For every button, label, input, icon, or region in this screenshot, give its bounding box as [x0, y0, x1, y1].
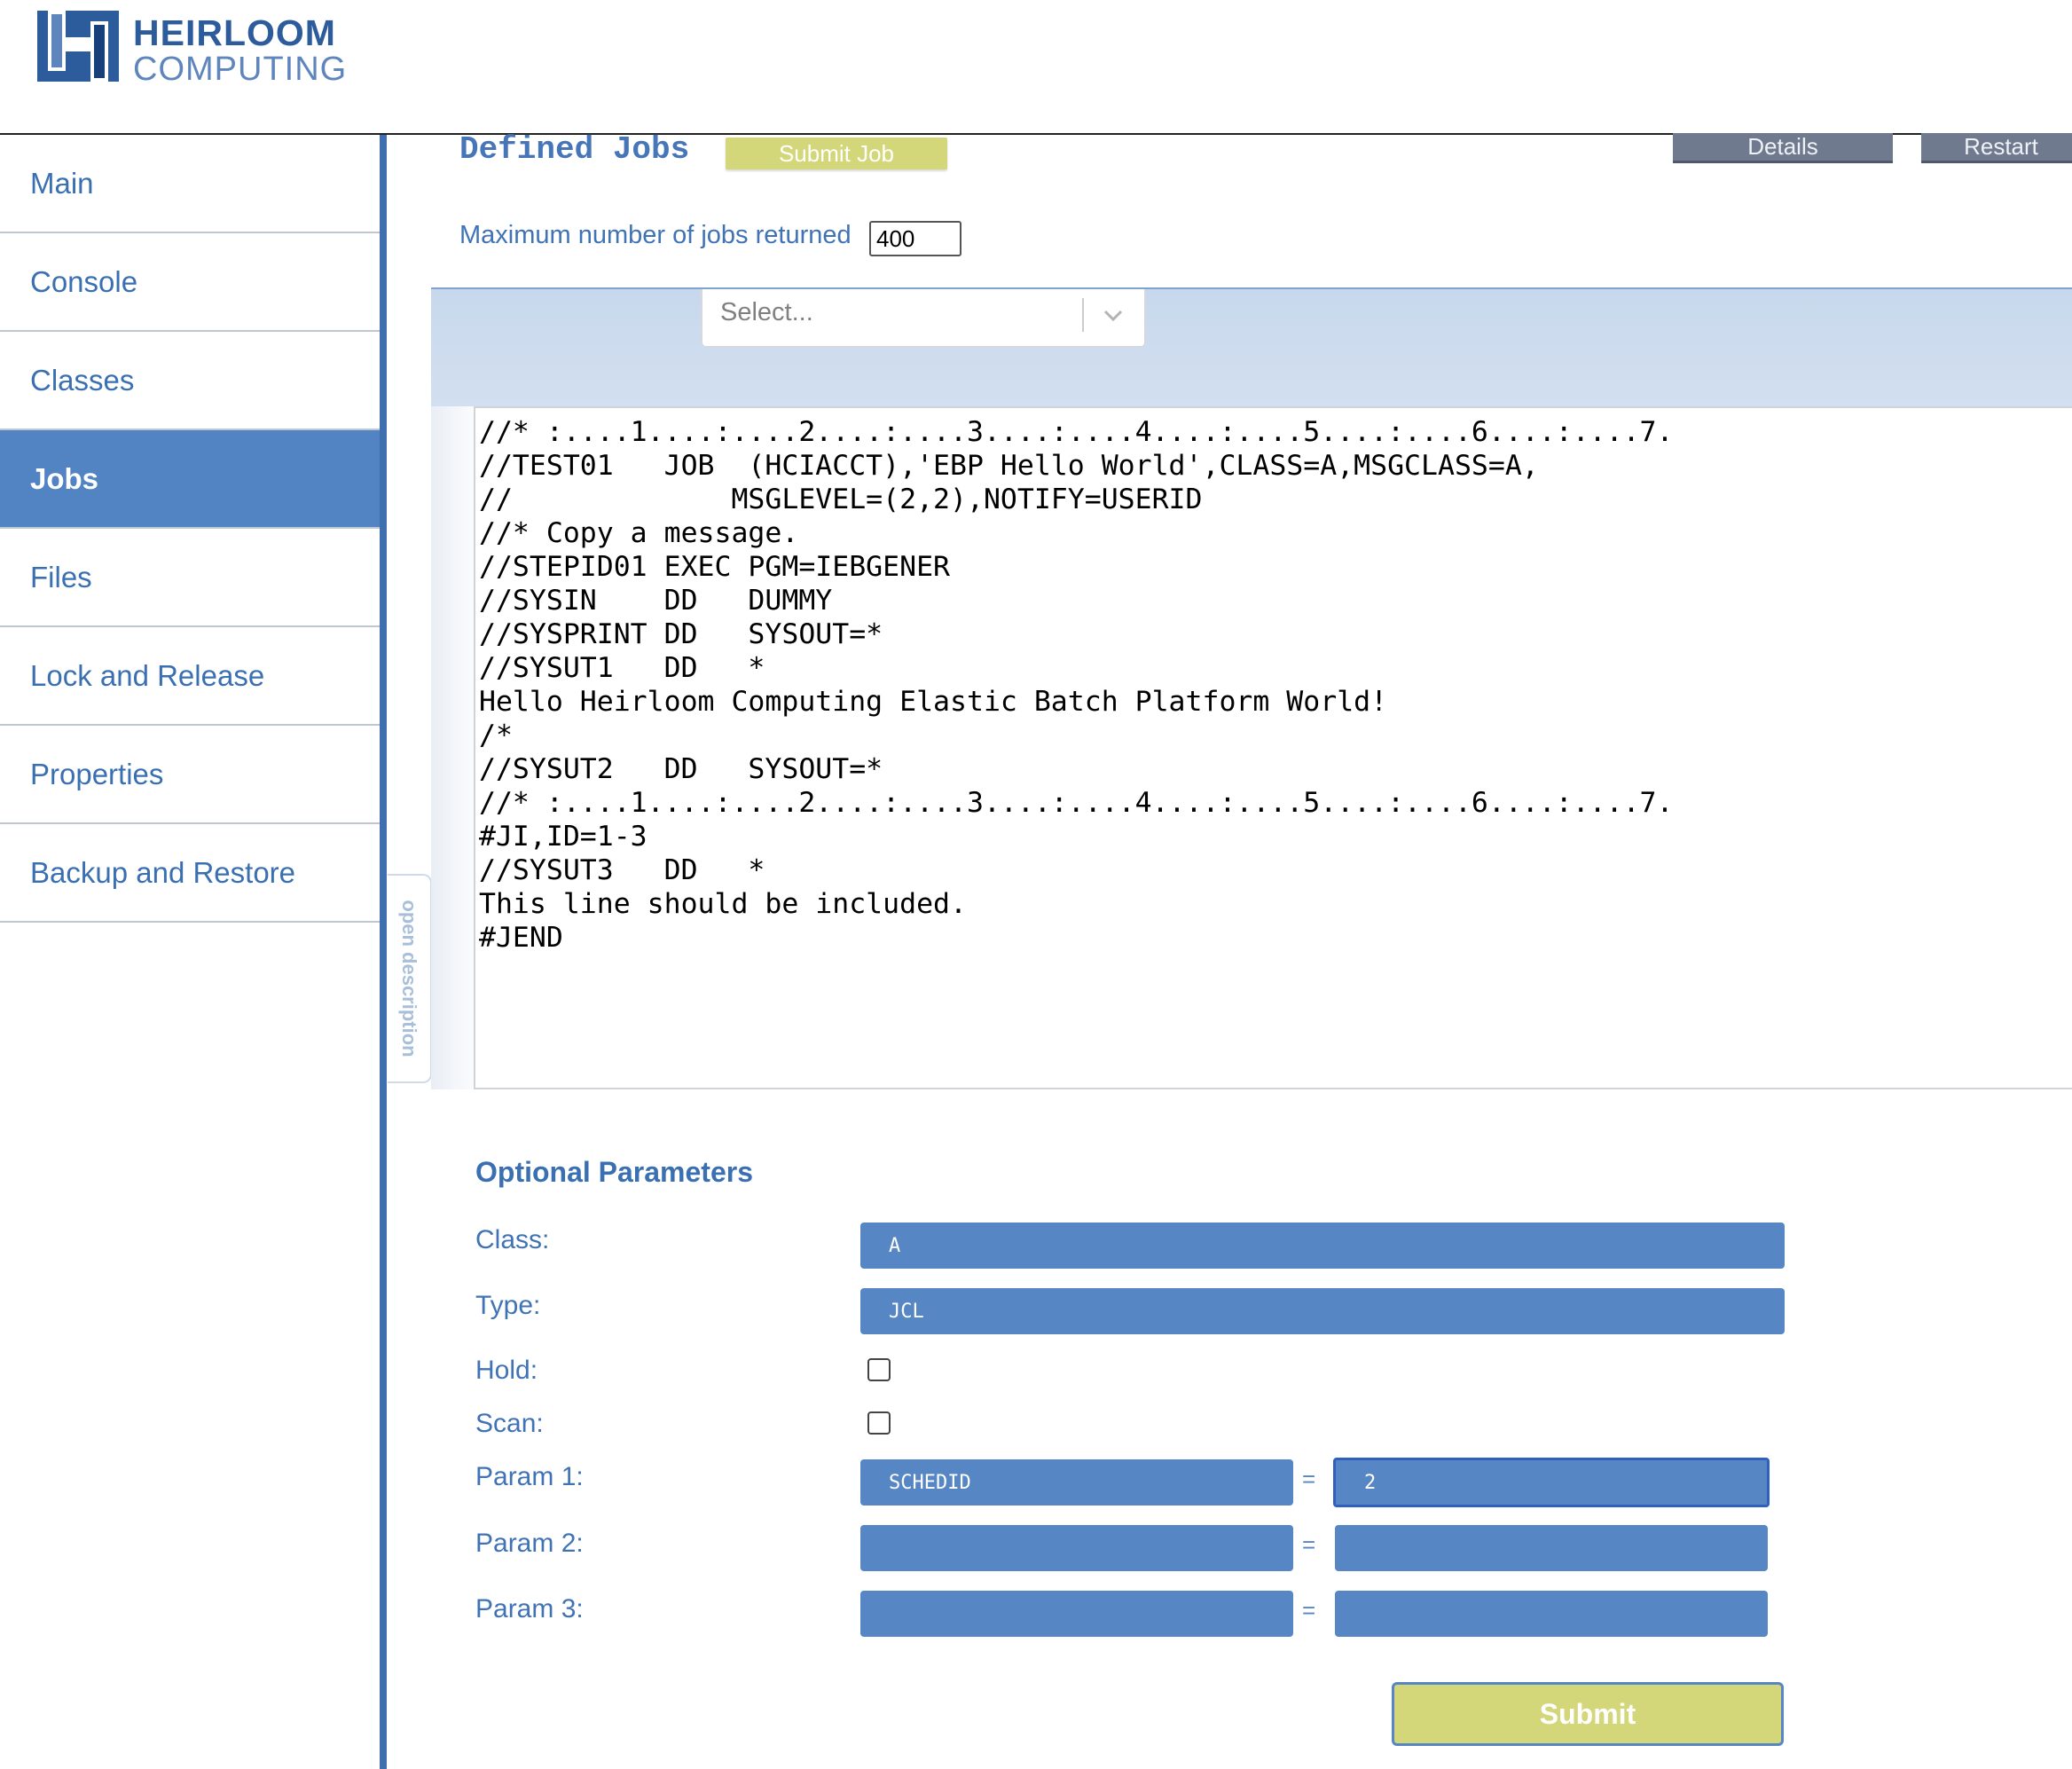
param1-value-input[interactable]: 2 [1333, 1458, 1770, 1507]
header: HEIRLOOM COMPUTING [0, 0, 2072, 133]
open-description-tab[interactable]: open description [388, 874, 432, 1083]
logo-text-computing: COMPUTING [133, 51, 348, 88]
sidebar-item-label: Console [30, 264, 138, 298]
max-jobs-label: Maximum number of jobs returned [459, 221, 852, 249]
param2-label: Param 2: [475, 1529, 584, 1558]
sidebar-item-label: Lock and Release [30, 658, 265, 692]
scan-checkbox[interactable] [867, 1411, 891, 1435]
param3-equals: = [1302, 1597, 1316, 1624]
hold-checkbox[interactable] [867, 1358, 891, 1381]
sidebar-item-jobs[interactable]: Jobs [0, 430, 380, 529]
param1-equals: = [1302, 1466, 1316, 1492]
jcl-text[interactable]: //* :....1....:....2....:....3....:....4… [475, 408, 2072, 955]
param3-label: Param 3: [475, 1594, 584, 1624]
chevron-down-icon[interactable] [1100, 302, 1126, 328]
sidebar-item-label: Properties [30, 757, 164, 790]
page: HEIRLOOM COMPUTING Main Console Classes … [0, 0, 2072, 1769]
sidebar-item-lock-and-release[interactable]: Lock and Release [0, 627, 380, 726]
sidebar-item-label: Classes [30, 363, 135, 397]
param3-key-input[interactable] [860, 1591, 1293, 1637]
sidebar-item-properties[interactable]: Properties [0, 726, 380, 824]
jcl-editor[interactable]: //* :....1....:....2....:....3....:....4… [474, 406, 2072, 1089]
submit-job-button[interactable]: Submit Job [726, 138, 947, 169]
param1-label: Param 1: [475, 1462, 584, 1491]
sidebar-item-files[interactable]: Files [0, 529, 380, 627]
details-button[interactable]: Details [1673, 133, 1893, 163]
param2-equals: = [1302, 1531, 1316, 1558]
type-label: Type: [475, 1291, 541, 1320]
scan-label: Scan: [475, 1409, 544, 1438]
param1-key-input[interactable]: SCHEDID [860, 1459, 1293, 1506]
job-select-placeholder: Select... [720, 298, 813, 326]
param2-value-input[interactable] [1335, 1525, 1768, 1571]
dropdown-separator [1082, 298, 1084, 332]
submit-button[interactable]: Submit [1392, 1682, 1784, 1746]
sidebar-divider [380, 135, 387, 1769]
open-description-label: open description [398, 900, 420, 1057]
class-input[interactable]: A [860, 1223, 1785, 1269]
sidebar-item-label: Files [30, 560, 92, 594]
sidebar-item-label: Jobs [30, 461, 99, 495]
max-jobs-input[interactable] [869, 221, 961, 256]
param3-value-input[interactable] [1335, 1591, 1768, 1637]
sidebar-item-main[interactable]: Main [0, 135, 380, 233]
sidebar-item-classes[interactable]: Classes [0, 332, 380, 430]
param2-key-input[interactable] [860, 1525, 1293, 1571]
sidebar-item-console[interactable]: Console [0, 233, 380, 332]
filter-band [431, 289, 2072, 406]
heirloom-logo[interactable]: HEIRLOOM COMPUTING [37, 11, 392, 90]
sidebar-item-label: Main [30, 166, 94, 200]
job-select-dropdown[interactable]: Select... [701, 289, 1146, 348]
sidebar-item-label: Backup and Restore [30, 855, 296, 889]
sidebar-item-backup-and-restore[interactable]: Backup and Restore [0, 824, 380, 923]
restart-button[interactable]: Restart [1921, 133, 2072, 163]
logo-mark-icon [37, 11, 119, 82]
logo-text-heirloom: HEIRLOOM [133, 12, 336, 53]
hold-label: Hold: [475, 1356, 538, 1385]
optional-parameters-heading: Optional Parameters [475, 1156, 753, 1188]
page-title: Defined Jobs [459, 131, 690, 168]
sidebar-nav: Main Console Classes Jobs Files Lock and… [0, 135, 380, 1769]
type-input[interactable]: JCL [860, 1288, 1785, 1334]
class-label: Class: [475, 1225, 550, 1254]
